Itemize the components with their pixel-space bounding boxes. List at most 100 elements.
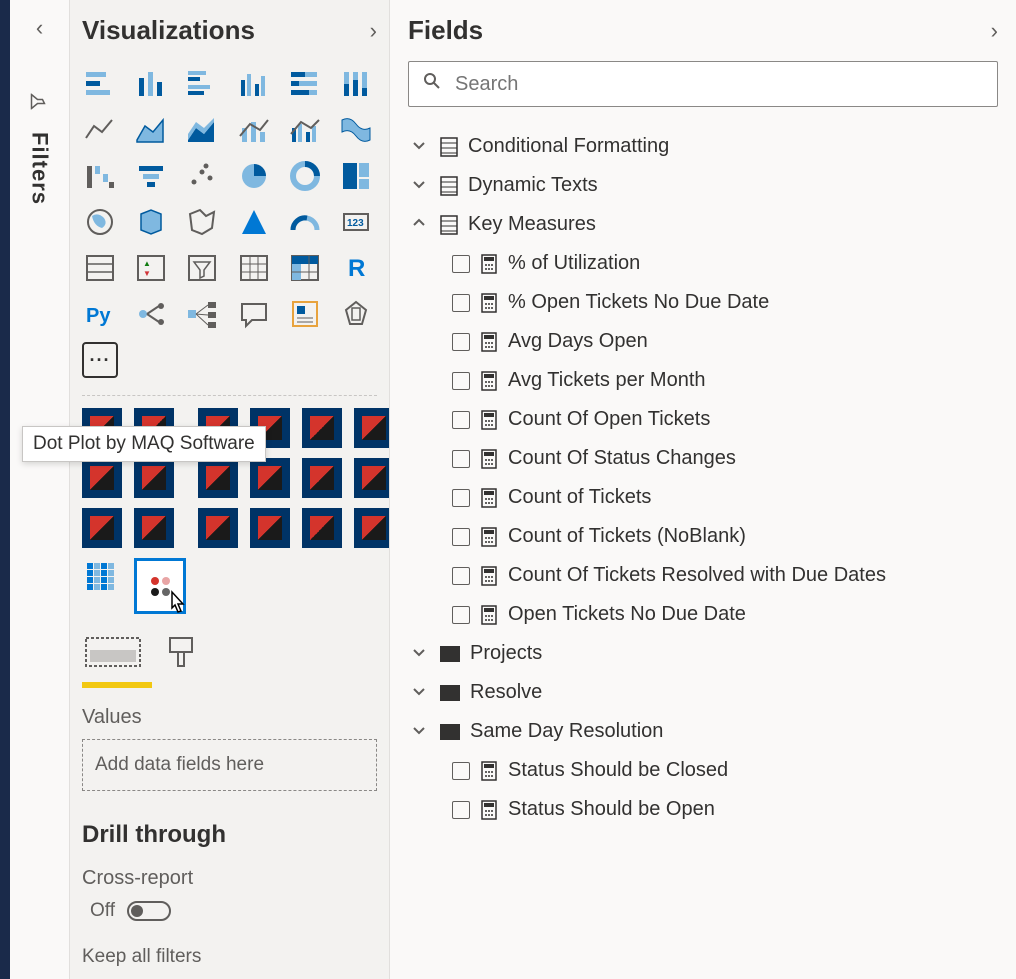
- custom-visual[interactable]: [302, 508, 342, 548]
- hundred-stacked-column-icon[interactable]: [338, 66, 374, 102]
- more-visuals-button[interactable]: ···: [82, 342, 118, 378]
- area-chart-icon[interactable]: [133, 112, 169, 148]
- stacked-bar-icon[interactable]: [82, 66, 118, 102]
- r-visual-icon[interactable]: R: [338, 250, 374, 286]
- smart-narrative-icon[interactable]: [287, 296, 323, 332]
- table-label: Projects: [470, 642, 542, 665]
- paginated-report-icon[interactable]: [338, 296, 374, 332]
- measure-checkbox[interactable]: [452, 528, 470, 546]
- custom-visual[interactable]: [250, 458, 290, 498]
- custom-visual[interactable]: [250, 508, 290, 548]
- funnel-icon[interactable]: [133, 158, 169, 194]
- custom-visual[interactable]: [198, 508, 238, 548]
- filters-expand-chevron[interactable]: ‹: [36, 15, 43, 41]
- table-icon[interactable]: [236, 250, 272, 286]
- measure-checkbox[interactable]: [452, 801, 470, 819]
- custom-visual[interactable]: [134, 508, 174, 548]
- clustered-column-icon[interactable]: [236, 66, 272, 102]
- pie-icon[interactable]: [236, 158, 272, 194]
- ribbon-chart-icon[interactable]: [338, 112, 374, 148]
- format-tab[interactable]: [164, 632, 204, 677]
- table-row[interactable]: Resolve: [408, 673, 998, 712]
- search-icon: [423, 72, 441, 96]
- line-chart-icon[interactable]: [82, 112, 118, 148]
- slicer-icon[interactable]: [184, 250, 220, 286]
- custom-visual[interactable]: [198, 458, 238, 498]
- measure-checkbox[interactable]: [452, 255, 470, 273]
- viz-pane-collapse-chevron[interactable]: ›: [370, 18, 377, 44]
- custom-visual[interactable]: [354, 458, 390, 498]
- custom-visual[interactable]: [134, 458, 174, 498]
- cross-report-toggle[interactable]: [127, 901, 171, 921]
- measure-checkbox[interactable]: [452, 294, 470, 312]
- measure-row[interactable]: % of Utilization: [408, 244, 998, 283]
- fields-pane-collapse-chevron[interactable]: ›: [991, 18, 998, 44]
- heatmap-custom-visual[interactable]: [82, 558, 118, 594]
- treemap-icon[interactable]: [338, 158, 374, 194]
- filled-map-icon[interactable]: [133, 204, 169, 240]
- custom-visual[interactable]: [302, 408, 342, 448]
- measure-row[interactable]: Count Of Status Changes: [408, 439, 998, 478]
- fields-search-box[interactable]: [408, 61, 998, 107]
- line-clustered-column-icon[interactable]: [287, 112, 323, 148]
- svg-text:▼: ▼: [143, 269, 151, 278]
- measure-row[interactable]: % Open Tickets No Due Date: [408, 283, 998, 322]
- hundred-stacked-bar-icon[interactable]: [287, 66, 323, 102]
- map-icon[interactable]: [82, 204, 118, 240]
- measure-row[interactable]: Status Should be Closed: [408, 751, 998, 790]
- matrix-icon[interactable]: [287, 250, 323, 286]
- measure-checkbox[interactable]: [452, 333, 470, 351]
- decomposition-tree-icon[interactable]: [184, 296, 220, 332]
- scatter-icon[interactable]: [184, 158, 220, 194]
- waterfall-icon[interactable]: [82, 158, 118, 194]
- py-visual-icon[interactable]: Py: [82, 296, 118, 332]
- measure-row[interactable]: Count Of Open Tickets: [408, 400, 998, 439]
- measure-row[interactable]: Count of Tickets (NoBlank): [408, 517, 998, 556]
- keep-all-filters-label: Keep all filters: [82, 946, 377, 968]
- shape-map-icon[interactable]: [184, 204, 220, 240]
- values-drop-zone[interactable]: Add data fields here: [82, 739, 377, 791]
- table-row[interactable]: Conditional Formatting: [408, 127, 998, 166]
- gauge-icon[interactable]: [287, 204, 323, 240]
- custom-visual[interactable]: [82, 458, 122, 498]
- fields-tab[interactable]: [82, 632, 152, 688]
- multi-card-icon[interactable]: [82, 250, 118, 286]
- svg-text:123: 123: [347, 218, 364, 229]
- custom-visual[interactable]: [354, 508, 390, 548]
- table-row[interactable]: Same Day Resolution: [408, 712, 998, 751]
- measure-label: Count of Tickets (NoBlank): [508, 525, 746, 548]
- measure-row[interactable]: Status Should be Open: [408, 790, 998, 829]
- measure-checkbox[interactable]: [452, 606, 470, 624]
- measure-row[interactable]: Open Tickets No Due Date: [408, 595, 998, 634]
- custom-visual[interactable]: [302, 458, 342, 498]
- qa-icon[interactable]: [236, 296, 272, 332]
- card-icon[interactable]: 123: [338, 204, 374, 240]
- key-influencers-icon[interactable]: [133, 296, 169, 332]
- measure-checkbox[interactable]: [452, 762, 470, 780]
- measure-checkbox[interactable]: [452, 489, 470, 507]
- stacked-area-icon[interactable]: [184, 112, 220, 148]
- measure-checkbox[interactable]: [452, 372, 470, 390]
- measure-row[interactable]: Count Of Tickets Resolved with Due Dates: [408, 556, 998, 595]
- dot-plot-maq-visual[interactable]: [134, 558, 186, 614]
- search-input[interactable]: [455, 73, 983, 96]
- measure-checkbox[interactable]: [452, 567, 470, 585]
- measure-row[interactable]: Avg Tickets per Month: [408, 361, 998, 400]
- caret-icon: [412, 138, 430, 155]
- table-row[interactable]: Key Measures: [408, 205, 998, 244]
- clustered-bar-icon[interactable]: [184, 66, 220, 102]
- table-icon: [440, 215, 458, 235]
- measure-row[interactable]: Count of Tickets: [408, 478, 998, 517]
- donut-icon[interactable]: [287, 158, 323, 194]
- measure-checkbox[interactable]: [452, 411, 470, 429]
- custom-visual[interactable]: [82, 508, 122, 548]
- table-row[interactable]: Projects: [408, 634, 998, 673]
- measure-checkbox[interactable]: [452, 450, 470, 468]
- kpi-icon[interactable]: ▲▼: [133, 250, 169, 286]
- azure-map-icon[interactable]: [236, 204, 272, 240]
- stacked-column-icon[interactable]: [133, 66, 169, 102]
- table-row[interactable]: Dynamic Texts: [408, 166, 998, 205]
- custom-visual[interactable]: [354, 408, 390, 448]
- line-stacked-column-icon[interactable]: [236, 112, 272, 148]
- measure-row[interactable]: Avg Days Open: [408, 322, 998, 361]
